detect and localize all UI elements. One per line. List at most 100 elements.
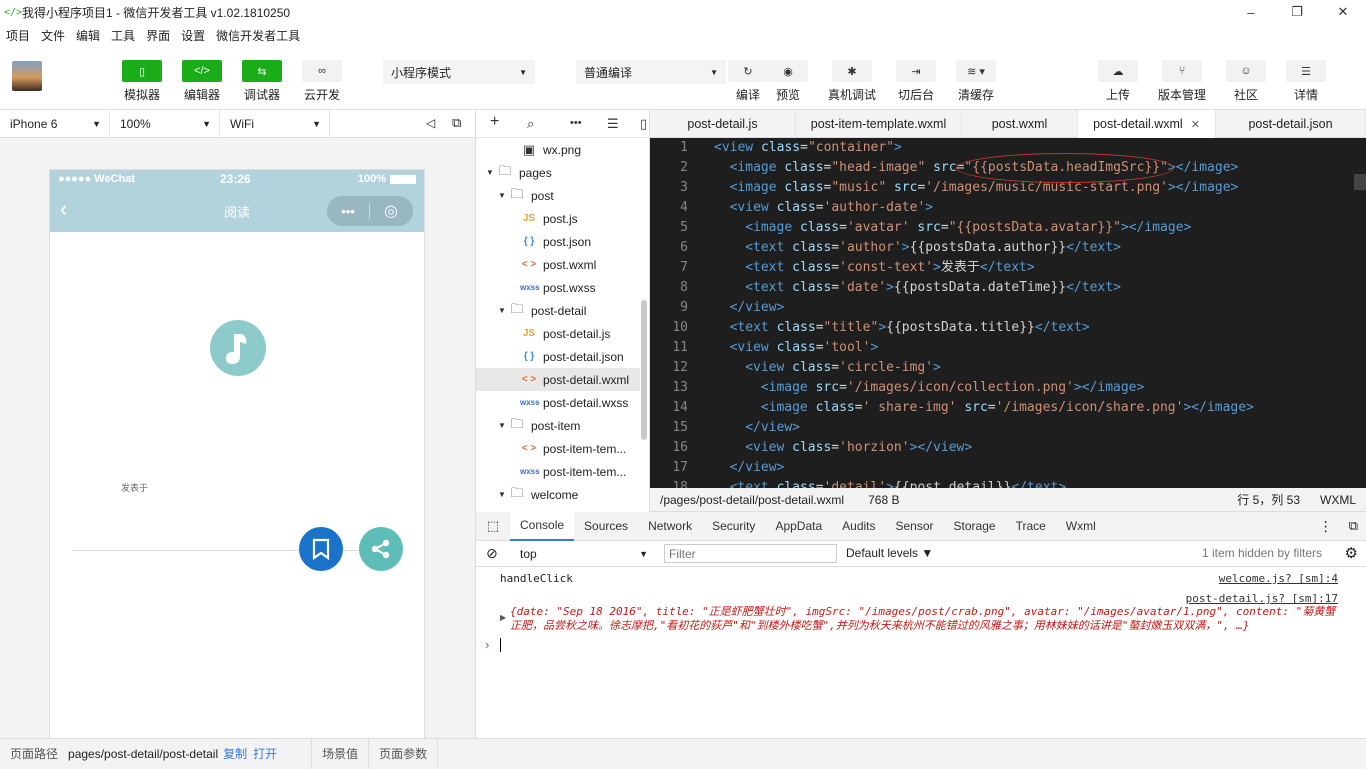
tree-file-row[interactable]: JS post.js: [476, 207, 640, 230]
tree-file-row[interactable]: < > post-item-tem...: [476, 437, 640, 460]
network-select[interactable]: WiFi ▼: [220, 110, 330, 137]
upload-button[interactable]: ☁ 上传: [1090, 60, 1146, 103]
scene-value-button[interactable]: 场景值: [312, 739, 368, 769]
collection-button[interactable]: [299, 527, 343, 571]
tab-security[interactable]: Security: [702, 512, 765, 541]
capsule-menu[interactable]: ••• ◎: [327, 196, 413, 226]
file-tree-scrollbar[interactable]: [641, 300, 647, 440]
editor-tab[interactable]: post.wxml: [962, 110, 1078, 138]
tree-file-row[interactable]: < > post.wxml: [476, 253, 640, 276]
language-mode[interactable]: WXML: [1320, 493, 1356, 507]
device-select[interactable]: iPhone 6 ▼: [0, 110, 110, 137]
menu-project[interactable]: 项目: [6, 27, 30, 44]
menu-devtools[interactable]: 微信开发者工具: [216, 27, 300, 44]
tree-folder-row[interactable]: ▼ 🗀 post-detail: [476, 299, 640, 322]
open-link[interactable]: 打开: [253, 745, 277, 762]
background-button[interactable]: ⇥ 切后台: [888, 60, 944, 103]
tree-folder-row[interactable]: ▼ 🗀 post: [476, 184, 640, 207]
tree-file-row[interactable]: { } post.json: [476, 230, 640, 253]
tab-console[interactable]: Console: [510, 511, 575, 541]
cloud-dev-button[interactable]: ∞ 云开发: [294, 60, 350, 103]
simulator-button[interactable]: ▯ 模拟器: [114, 60, 170, 103]
console-filter-input[interactable]: [664, 544, 837, 563]
tree-file-row[interactable]: { } post-detail.json: [476, 345, 640, 368]
tree-folder-row[interactable]: ▼ 🗀 post-item: [476, 414, 640, 437]
zoom-select[interactable]: 100% ▼: [110, 110, 220, 137]
remote-debug-button[interactable]: ✱ 真机调试: [824, 60, 880, 103]
tab-audits[interactable]: Audits: [832, 512, 885, 541]
log-levels-select[interactable]: Default levels ▼: [846, 546, 933, 560]
detach-icon[interactable]: ⧉: [452, 115, 461, 131]
page-params-button[interactable]: 页面参数: [369, 739, 437, 769]
tree-folder-row[interactable]: ▼ 🗀 welcome: [476, 483, 640, 506]
tab-sensor[interactable]: Sensor: [886, 512, 944, 541]
panel-toggle-icon[interactable]: ▯: [640, 116, 647, 132]
tree-file-row[interactable]: ▣ wx.png: [476, 138, 640, 161]
chevron-down-icon[interactable]: ▼: [498, 421, 508, 430]
share-button[interactable]: [359, 527, 403, 571]
debugger-button[interactable]: ⇆ 调试器: [234, 60, 290, 103]
close-target-icon[interactable]: ◎: [370, 201, 412, 221]
clear-console-icon[interactable]: ⊘: [486, 545, 498, 562]
editor-tab[interactable]: post-item-template.wxml: [796, 110, 962, 138]
tab-appdata[interactable]: AppData: [765, 512, 832, 541]
minimize-button[interactable]: –: [1228, 0, 1274, 24]
editor-button[interactable]: </> 编辑器: [174, 60, 230, 103]
tab-network[interactable]: Network: [638, 512, 702, 541]
menu-settings[interactable]: 设置: [181, 27, 205, 44]
add-file-icon[interactable]: +: [490, 113, 499, 131]
close-window-button[interactable]: ✕: [1320, 0, 1366, 24]
menu-view[interactable]: 界面: [146, 27, 170, 44]
cursor-position[interactable]: 行 5，列 53: [1237, 491, 1300, 508]
tree-file-row[interactable]: JS post-detail.js: [476, 322, 640, 345]
chevron-down-icon[interactable]: ▼: [498, 490, 508, 499]
menu-file[interactable]: 文件: [41, 27, 65, 44]
compile-select[interactable]: 普通编译 ▼: [576, 60, 726, 84]
close-tab-icon[interactable]: ✕: [1191, 118, 1200, 131]
kebab-menu-icon[interactable]: ⋮: [1319, 518, 1333, 535]
inspect-icon[interactable]: ⬚: [476, 518, 510, 534]
copy-link[interactable]: 复制: [223, 745, 247, 762]
tab-trace[interactable]: Trace: [1006, 512, 1056, 541]
clear-cache-button[interactable]: ≋ ▾ 清缓存: [948, 60, 1004, 103]
editor-tab[interactable]: post-detail.wxml ✕: [1078, 110, 1216, 138]
user-avatar[interactable]: [12, 61, 42, 91]
tree-file-row[interactable]: < > post-detail.wxml: [476, 368, 640, 391]
collapse-icon[interactable]: ☰: [607, 116, 619, 132]
tab-wxml[interactable]: Wxml: [1056, 512, 1106, 541]
gear-icon[interactable]: ⚙: [1345, 544, 1358, 562]
version-button[interactable]: ⑂ 版本管理: [1154, 60, 1210, 103]
editor-tab[interactable]: post-detail.js: [650, 110, 796, 138]
more-icon[interactable]: •••: [327, 204, 369, 219]
tree-folder-row[interactable]: ▼ 🗀 pages: [476, 161, 640, 184]
chevron-down-icon[interactable]: ▼: [498, 306, 508, 315]
tree-file-row[interactable]: wxss post-detail.wxss: [476, 391, 640, 414]
maximize-button[interactable]: ❐: [1274, 0, 1320, 24]
tree-file-row[interactable]: wxss post.wxss: [476, 276, 640, 299]
preview-button[interactable]: ◉ 预览: [760, 60, 816, 103]
more-icon[interactable]: •••: [570, 117, 582, 129]
code-editor[interactable]: 1 <view class="container"> 2 <image class="…: [650, 138, 1366, 488]
mode-select[interactable]: 小程序模式 ▼: [383, 60, 535, 84]
editor-tab[interactable]: post-detail.json: [1216, 110, 1366, 138]
context-select[interactable]: top ▼: [512, 544, 652, 564]
editor-scrollbar[interactable]: [1354, 174, 1366, 190]
console-source-link[interactable]: post-detail.js? [sm]:17: [1186, 592, 1338, 605]
music-logo-icon[interactable]: [210, 320, 266, 376]
chevron-down-icon[interactable]: ▼: [498, 191, 508, 200]
tree-file-row[interactable]: wxss post-item-tem...: [476, 460, 640, 483]
menu-tools[interactable]: 工具: [111, 27, 135, 44]
menu-edit[interactable]: 编辑: [76, 27, 100, 44]
expand-triangle-icon[interactable]: ▶: [500, 613, 506, 622]
dock-icon[interactable]: ⧉: [1349, 518, 1358, 534]
console-input-caret[interactable]: [500, 638, 501, 652]
details-button[interactable]: ☰ 详情: [1278, 60, 1334, 103]
volume-icon[interactable]: ◁: [426, 116, 435, 130]
community-button[interactable]: ☺ 社区: [1218, 60, 1274, 103]
tab-sources[interactable]: Sources: [574, 512, 638, 541]
tab-storage[interactable]: Storage: [944, 512, 1006, 541]
console-source-link[interactable]: welcome.js? [sm]:4: [1219, 572, 1338, 585]
chevron-down-icon[interactable]: ▼: [486, 168, 496, 177]
search-icon[interactable]: ⌕: [527, 116, 534, 132]
console-object-line[interactable]: {date: "Sep 18 2016", title: "正是虾肥蟹壮时", …: [510, 605, 1348, 633]
